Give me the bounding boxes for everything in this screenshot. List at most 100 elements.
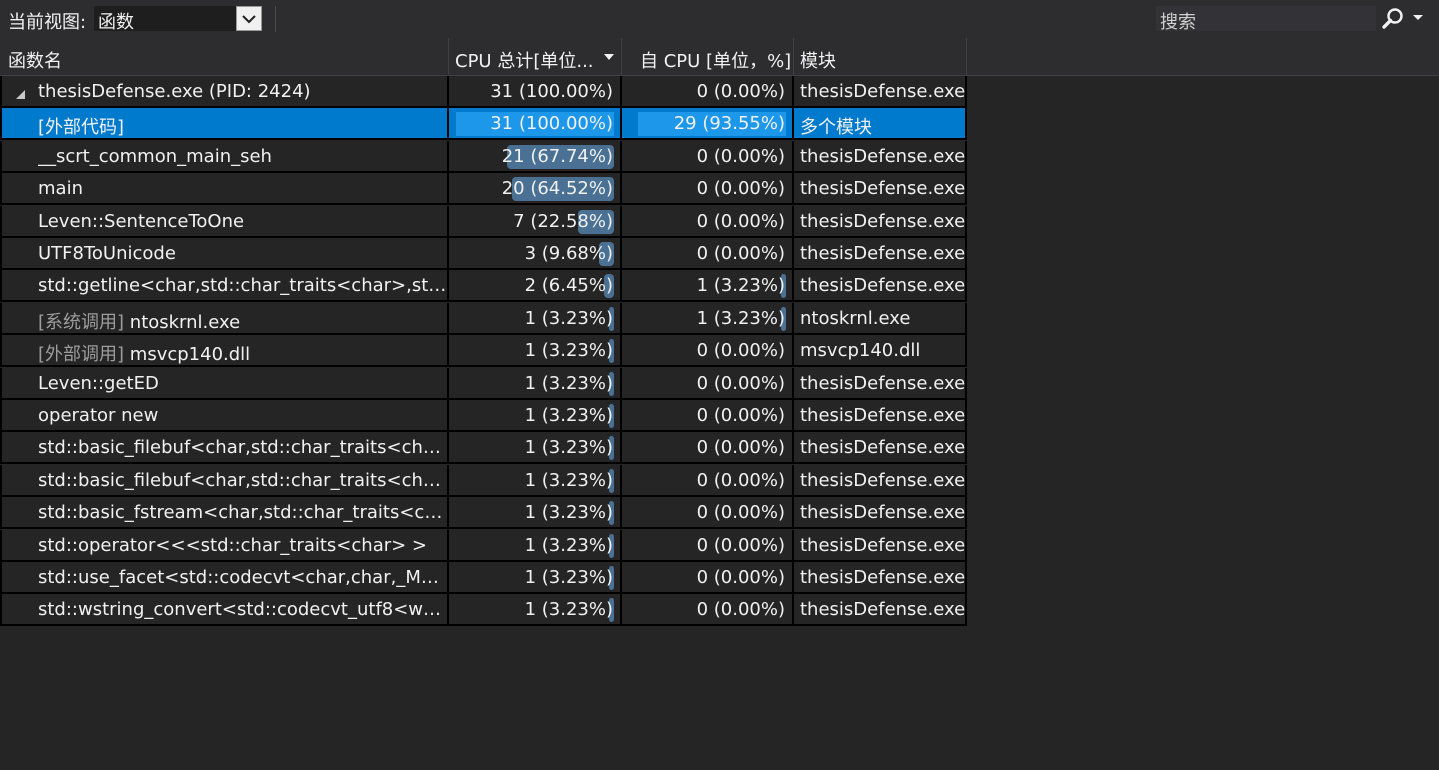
cpu-total-cell[interactable]: 1 (3.23%) xyxy=(449,400,622,432)
cpu-total-cell[interactable]: 31 (100.00%) xyxy=(449,108,622,141)
column-header-cpu-self[interactable]: 自 CPU [单位，%] xyxy=(622,38,794,76)
function-name-cell[interactable]: std::wstring_convert<std::codecvt_utf8<w… xyxy=(0,594,449,627)
function-name-cell[interactable]: [外部调用] msvcp140.dll xyxy=(0,335,449,368)
module-cell[interactable]: thesisDefense.exe xyxy=(794,173,967,206)
function-name-cell[interactable]: std::basic_filebuf<char,std::char_traits… xyxy=(0,432,449,465)
function-name-cell[interactable]: [系统调用] ntoskrnl.exe xyxy=(0,302,449,335)
module-cell[interactable]: thesisDefense.exe xyxy=(794,562,967,594)
table-row[interactable]: thesisDefense.exe (PID: 2424) 31 (100.00%… xyxy=(0,76,967,108)
table-row[interactable]: std::wstring_convert<std::codecvt_utf8<w… xyxy=(0,594,967,627)
cpu-total-cell[interactable]: 1 (3.23%) xyxy=(449,497,622,530)
table-row[interactable]: std::use_facet<std::codecvt<char,char,_M… xyxy=(0,562,967,594)
table-row[interactable]: operator new 1 (3.23%) 0 (0.00%) thesisDefe… xyxy=(0,400,967,432)
chevron-down-icon[interactable] xyxy=(236,6,262,31)
module-cell[interactable]: msvcp140.dll xyxy=(794,335,967,368)
cpu-self-cell[interactable]: 0 (0.00%) xyxy=(622,367,794,400)
cpu-total-cell[interactable]: 1 (3.23%) xyxy=(449,367,622,400)
call-type-prefix: [系统调用] xyxy=(38,311,125,333)
function-name-cell[interactable]: main xyxy=(0,173,449,206)
function-name-cell[interactable]: [外部代码] xyxy=(0,108,449,141)
module-cell[interactable]: thesisDefense.exe xyxy=(794,140,967,173)
module-cell[interactable]: thesisDefense.exe xyxy=(794,238,967,270)
cpu-total-cell[interactable]: 7 (22.58%) xyxy=(449,205,622,238)
cpu-self-cell[interactable]: 0 (0.00%) xyxy=(622,205,794,238)
function-name-cell[interactable]: thesisDefense.exe (PID: 2424) xyxy=(0,76,449,108)
function-name-cell[interactable]: __scrt_common_main_seh xyxy=(0,140,449,173)
module-cell[interactable]: thesisDefense.exe xyxy=(794,594,967,627)
table-row[interactable]: std::basic_filebuf<char,std::char_traits… xyxy=(0,464,967,497)
module-cell[interactable]: thesisDefense.exe xyxy=(794,76,967,108)
column-header-module[interactable]: 模块 xyxy=(794,38,967,76)
cpu-self-cell[interactable]: 0 (0.00%) xyxy=(622,238,794,270)
cpu-self-cell[interactable]: 0 (0.00%) xyxy=(622,400,794,432)
function-name-cell[interactable]: std::basic_filebuf<char,std::char_traits… xyxy=(0,464,449,497)
table-row[interactable]: [外部代码] 31 (100.00%) 29 (93.55%) 多个模块 xyxy=(0,108,967,141)
cpu-total-cell[interactable]: 1 (3.23%) xyxy=(449,464,622,497)
cpu-self-cell[interactable]: 0 (0.00%) xyxy=(622,76,794,108)
cpu-self-value: 0 (0.00%) xyxy=(696,437,785,459)
search-icon[interactable] xyxy=(1381,7,1405,31)
cpu-total-cell[interactable]: 31 (100.00%) xyxy=(449,76,622,108)
table-row[interactable]: [外部调用] msvcp140.dll 1 (3.23%) 0 (0.00%) msv… xyxy=(0,335,967,368)
cpu-self-cell[interactable]: 0 (0.00%) xyxy=(622,432,794,465)
table-row[interactable]: __scrt_common_main_seh 21 (67.74%) 0 (0.00… xyxy=(0,140,967,173)
table-row[interactable]: UTF8ToUnicode 3 (9.68%) 0 (0.00%) thesisDef… xyxy=(0,238,967,270)
table-row[interactable]: [系统调用] ntoskrnl.exe 1 (3.23%) 1 (3.23%) nto… xyxy=(0,302,967,335)
cpu-total-cell[interactable]: 21 (67.74%) xyxy=(449,140,622,173)
table-row[interactable]: std::operator<<<std::char_traits<char> >… xyxy=(0,529,967,562)
cpu-self-cell[interactable]: 1 (3.23%) xyxy=(622,270,794,303)
function-name-cell[interactable]: std::basic_fstream<char,std::char_traits… xyxy=(0,497,449,530)
table-row[interactable]: std::basic_fstream<char,std::char_traits… xyxy=(0,497,967,530)
current-view-select[interactable]: 函数 xyxy=(94,6,262,33)
cpu-total-cell[interactable]: 1 (3.23%) xyxy=(449,594,622,627)
caret-down-icon[interactable] xyxy=(1410,9,1426,25)
cpu-total-cell[interactable]: 1 (3.23%) xyxy=(449,529,622,562)
cpu-self-cell[interactable]: 0 (0.00%) xyxy=(622,464,794,497)
search-input[interactable]: 搜索 xyxy=(1156,6,1376,33)
table-row[interactable]: std::basic_filebuf<char,std::char_traits… xyxy=(0,432,967,465)
cpu-self-cell[interactable]: 0 (0.00%) xyxy=(622,140,794,173)
function-name-cell[interactable]: UTF8ToUnicode xyxy=(0,238,449,270)
function-name-cell[interactable]: Leven::SentenceToOne xyxy=(0,205,449,238)
expand-triangle-icon[interactable] xyxy=(15,85,26,99)
table-row[interactable]: main 20 (64.52%) 0 (0.00%) thesisDefense.ex… xyxy=(0,173,967,206)
module-cell[interactable]: thesisDefense.exe xyxy=(794,205,967,238)
cpu-self-cell[interactable]: 0 (0.00%) xyxy=(622,335,794,368)
cpu-total-cell[interactable]: 1 (3.23%) xyxy=(449,562,622,594)
cpu-self-cell[interactable]: 1 (3.23%) xyxy=(622,302,794,335)
module-cell[interactable]: thesisDefense.exe xyxy=(794,270,967,303)
module-cell[interactable]: thesisDefense.exe xyxy=(794,432,967,465)
module-cell[interactable]: thesisDefense.exe xyxy=(794,367,967,400)
column-header-function[interactable]: 函数名 xyxy=(0,38,449,76)
column-header-cpu-total[interactable]: CPU 总计[单位... xyxy=(449,38,622,76)
module-cell[interactable]: ntoskrnl.exe xyxy=(794,302,967,335)
cpu-self-cell[interactable]: 0 (0.00%) xyxy=(622,594,794,627)
cpu-self-cell[interactable]: 29 (93.55%) xyxy=(622,108,794,141)
function-name-cell[interactable]: std::use_facet<std::codecvt<char,char,_M… xyxy=(0,562,449,594)
cpu-self-value: 0 (0.00%) xyxy=(696,210,785,232)
cpu-total-cell[interactable]: 20 (64.52%) xyxy=(449,173,622,206)
module-cell[interactable]: thesisDefense.exe xyxy=(794,464,967,497)
cpu-self-cell[interactable]: 0 (0.00%) xyxy=(622,497,794,530)
table-row[interactable]: Leven::SentenceToOne 7 (22.58%) 0 (0.00%) t… xyxy=(0,205,967,238)
cpu-total-cell[interactable]: 1 (3.23%) xyxy=(449,302,622,335)
cpu-total-cell[interactable]: 1 (3.23%) xyxy=(449,432,622,465)
cpu-total-cell[interactable]: 3 (9.68%) xyxy=(449,238,622,270)
function-name-cell[interactable]: operator new xyxy=(0,400,449,432)
module-cell[interactable]: thesisDefense.exe xyxy=(794,497,967,530)
module-name: thesisDefense.exe xyxy=(800,178,966,200)
cpu-self-cell[interactable]: 0 (0.00%) xyxy=(622,562,794,594)
function-name-cell[interactable]: std::operator<<<std::char_traits<char> > xyxy=(0,529,449,562)
cpu-total-value: 31 (100.00%) xyxy=(490,113,613,135)
module-cell[interactable]: thesisDefense.exe xyxy=(794,529,967,562)
cpu-total-cell[interactable]: 1 (3.23%) xyxy=(449,335,622,368)
cpu-self-cell[interactable]: 0 (0.00%) xyxy=(622,529,794,562)
table-row[interactable]: std::getline<char,std::char_traits<char>… xyxy=(0,270,967,303)
function-name-cell[interactable]: Leven::getED xyxy=(0,367,449,400)
module-cell[interactable]: thesisDefense.exe xyxy=(794,400,967,432)
module-cell[interactable]: 多个模块 xyxy=(794,108,967,141)
cpu-self-cell[interactable]: 0 (0.00%) xyxy=(622,173,794,206)
function-name-cell[interactable]: std::getline<char,std::char_traits<char>… xyxy=(0,270,449,303)
table-row[interactable]: Leven::getED 1 (3.23%) 0 (0.00%) thesisDefe… xyxy=(0,367,967,400)
cpu-total-cell[interactable]: 2 (6.45%) xyxy=(449,270,622,303)
